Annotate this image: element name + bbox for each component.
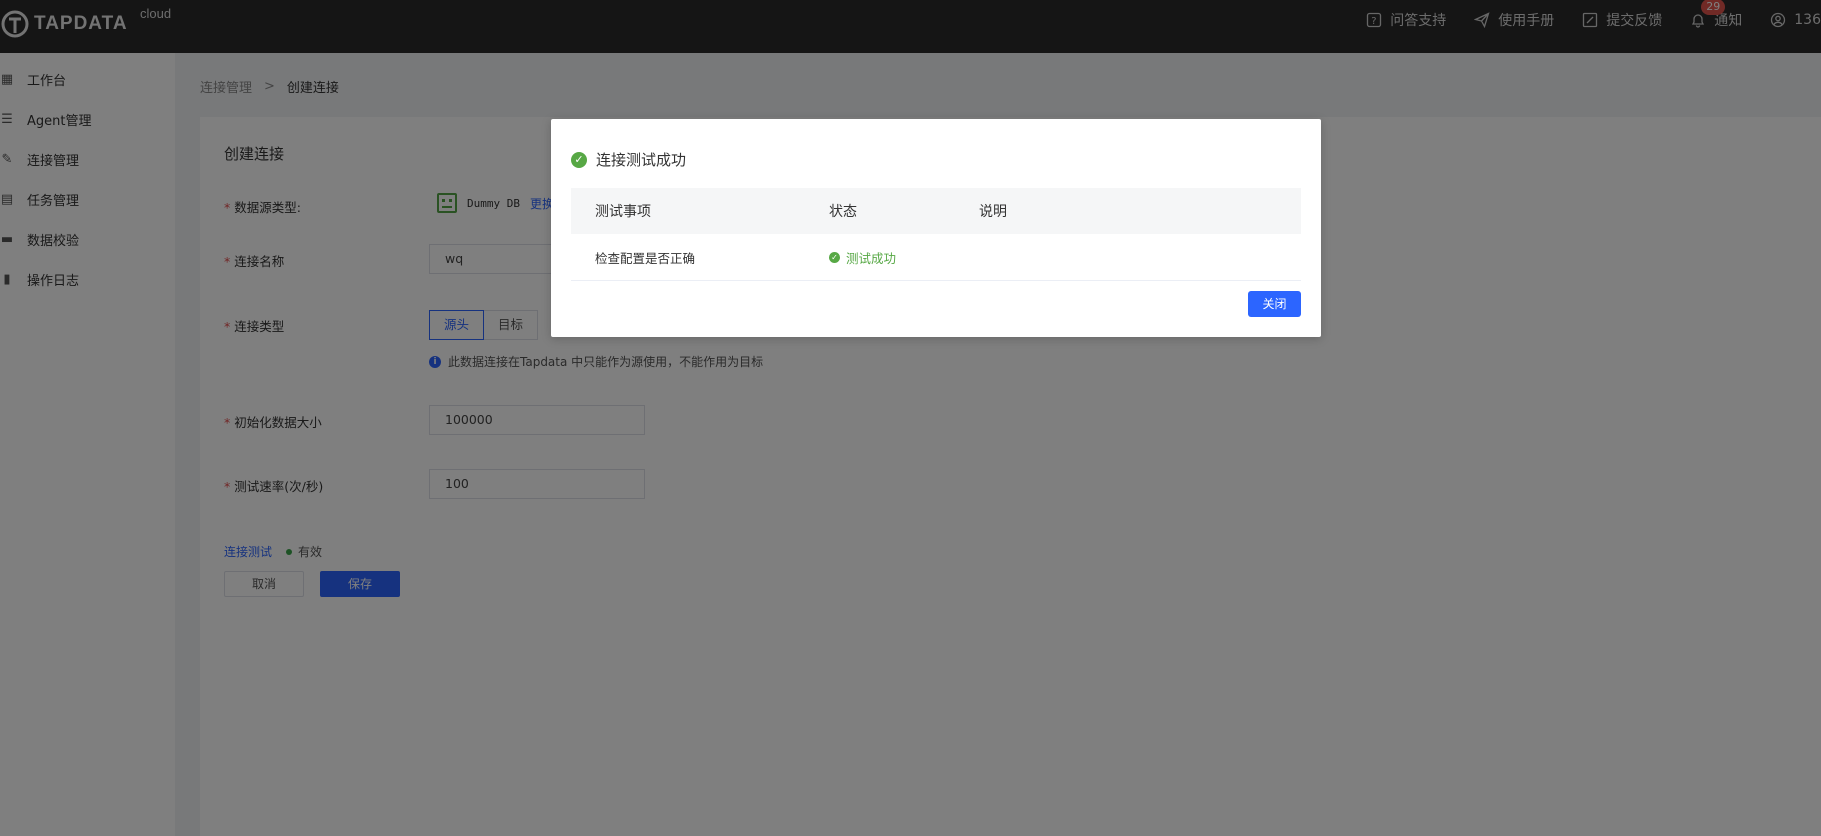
close-button[interactable]: 关闭: [1248, 291, 1301, 317]
table-row: 检查配置是否正确 ✓ 测试成功: [571, 234, 1301, 281]
test-result-table: 测试事项 状态 说明 检查配置是否正确 ✓ 测试成功: [571, 188, 1301, 281]
column-header-item: 测试事项: [595, 204, 651, 220]
dialog-title-text: 连接测试成功: [596, 151, 687, 169]
status-text: 测试成功: [846, 250, 897, 266]
cell-item: 检查配置是否正确: [595, 250, 696, 266]
status-success: ✓ 测试成功: [829, 248, 979, 267]
success-small-icon: ✓: [829, 251, 840, 263]
column-header-status: 状态: [829, 204, 857, 220]
column-header-note: 说明: [979, 204, 1007, 220]
test-result-dialog: ✓ 连接测试成功 测试事项 状态 说明 检查配置是否正确 ✓ 测试成功 关闭: [551, 119, 1321, 337]
table-header: 测试事项 状态 说明: [571, 188, 1301, 234]
success-check-icon: ✓: [571, 151, 587, 168]
cell-status: ✓ 测试成功: [829, 248, 979, 267]
dialog-title: ✓ 连接测试成功: [571, 149, 686, 170]
